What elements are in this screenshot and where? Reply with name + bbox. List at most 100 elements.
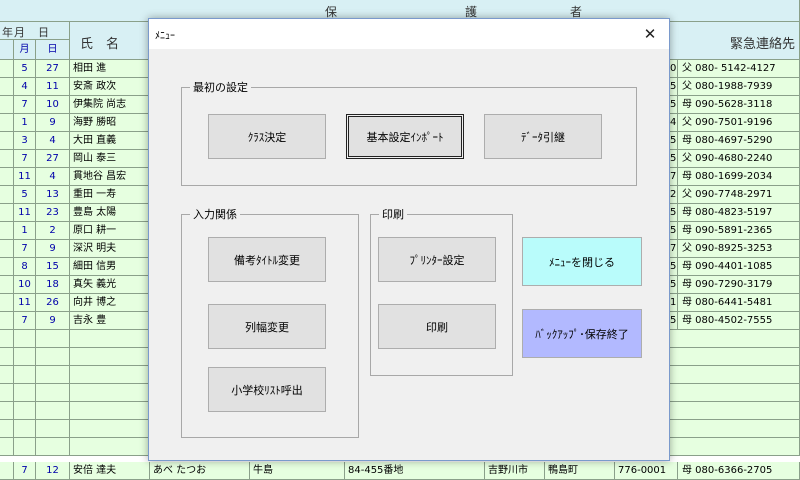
school-list-button[interactable]: 小学校ﾘｽﾄ呼出: [208, 367, 326, 412]
row-month[interactable]: 7: [14, 312, 36, 330]
empty-cell[interactable]: [14, 366, 36, 384]
row-day[interactable]: 27: [36, 60, 70, 78]
row-name[interactable]: 安斎 政次: [70, 78, 150, 96]
row-month[interactable]: 1: [14, 114, 36, 132]
empty-cell[interactable]: [670, 330, 800, 348]
empty-cell[interactable]: [36, 402, 70, 420]
bottom-day[interactable]: 12: [36, 462, 70, 480]
row-emergency[interactable]: 母 090-5628-3118: [678, 96, 800, 114]
row-extra[interactable]: 5: [670, 222, 678, 240]
empty-cell[interactable]: [36, 366, 70, 384]
empty-cell[interactable]: [0, 366, 14, 384]
row-month[interactable]: 7: [14, 96, 36, 114]
row-name[interactable]: 向井 博之: [70, 294, 150, 312]
row-year[interactable]: [0, 240, 14, 258]
row-day[interactable]: 27: [36, 150, 70, 168]
column-width-button[interactable]: 列幅変更: [208, 304, 326, 349]
row-emergency[interactable]: 父 090-7748-2971: [678, 186, 800, 204]
empty-cell[interactable]: [70, 384, 150, 402]
row-month[interactable]: 1: [14, 222, 36, 240]
row-name[interactable]: 海野 勝昭: [70, 114, 150, 132]
row-year[interactable]: [0, 78, 14, 96]
row-year[interactable]: [0, 168, 14, 186]
row-year[interactable]: [0, 132, 14, 150]
print-button[interactable]: 印刷: [378, 304, 496, 349]
row-name[interactable]: 豊島 太陽: [70, 204, 150, 222]
row-extra[interactable]: 5: [670, 150, 678, 168]
row-month[interactable]: 11: [14, 168, 36, 186]
empty-cell[interactable]: [670, 366, 800, 384]
col-header-d[interactable]: 日: [36, 40, 70, 60]
bottom-month[interactable]: 7: [14, 462, 36, 480]
row-year[interactable]: [0, 276, 14, 294]
row-day[interactable]: 11: [36, 78, 70, 96]
row-day[interactable]: 13: [36, 186, 70, 204]
row-month[interactable]: 4: [14, 78, 36, 96]
row-day[interactable]: 4: [36, 132, 70, 150]
empty-cell[interactable]: [36, 438, 70, 456]
row-month[interactable]: 3: [14, 132, 36, 150]
row-month[interactable]: 7: [14, 240, 36, 258]
bottom-city[interactable]: 吉野川市: [485, 462, 545, 480]
import-settings-button[interactable]: 基本設定ｲﾝﾎﾟｰﾄ: [346, 114, 464, 159]
row-emergency[interactable]: 母 080-1699-2034: [678, 168, 800, 186]
empty-cell[interactable]: [14, 348, 36, 366]
row-name[interactable]: 真矢 義光: [70, 276, 150, 294]
empty-cell[interactable]: [670, 402, 800, 420]
row-emergency[interactable]: 母 090-7290-3179: [678, 276, 800, 294]
close-menu-button[interactable]: ﾒﾆｭｰを閉じる: [522, 237, 642, 286]
empty-cell[interactable]: [14, 330, 36, 348]
data-transfer-button[interactable]: ﾃﾞｰﾀ引継: [484, 114, 602, 159]
empty-cell[interactable]: [70, 402, 150, 420]
row-year[interactable]: [0, 294, 14, 312]
row-extra[interactable]: 5: [670, 78, 678, 96]
row-emergency[interactable]: 父 080-1988-7939: [678, 78, 800, 96]
row-emergency[interactable]: 父 080- 5142-4127: [678, 60, 800, 78]
empty-cell[interactable]: [0, 348, 14, 366]
row-extra[interactable]: 7: [670, 240, 678, 258]
empty-cell[interactable]: [14, 402, 36, 420]
row-day[interactable]: 15: [36, 258, 70, 276]
empty-cell[interactable]: [36, 384, 70, 402]
row-day[interactable]: 9: [36, 240, 70, 258]
empty-cell[interactable]: [36, 348, 70, 366]
row-name[interactable]: 細田 信男: [70, 258, 150, 276]
backup-save-exit-button[interactable]: ﾊﾞｯｸｱｯﾌﾟ･保存終了: [522, 309, 642, 358]
row-month[interactable]: 8: [14, 258, 36, 276]
row-day[interactable]: 4: [36, 168, 70, 186]
empty-cell[interactable]: [0, 438, 14, 456]
row-year[interactable]: [0, 258, 14, 276]
row-extra[interactable]: 5: [670, 258, 678, 276]
row-year[interactable]: [0, 114, 14, 132]
col-header-y[interactable]: [0, 40, 14, 60]
row-month[interactable]: 5: [14, 60, 36, 78]
row-emergency[interactable]: 母 080-6441-5481: [678, 294, 800, 312]
row-name[interactable]: 原口 耕一: [70, 222, 150, 240]
row-month[interactable]: 10: [14, 276, 36, 294]
row-year[interactable]: [0, 204, 14, 222]
row-year[interactable]: [0, 96, 14, 114]
close-icon[interactable]: ✕: [639, 23, 661, 45]
row-year[interactable]: [0, 312, 14, 330]
bottom-year[interactable]: [0, 462, 14, 480]
row-year[interactable]: [0, 222, 14, 240]
row-month[interactable]: 5: [14, 186, 36, 204]
row-year[interactable]: [0, 186, 14, 204]
row-emergency[interactable]: 父 090-4680-2240: [678, 150, 800, 168]
row-extra[interactable]: 5: [670, 96, 678, 114]
row-name[interactable]: 重田 一寿: [70, 186, 150, 204]
row-extra[interactable]: 5: [670, 312, 678, 330]
row-day[interactable]: 9: [36, 312, 70, 330]
row-name[interactable]: 深沢 明夫: [70, 240, 150, 258]
bottom-address[interactable]: 84-455番地: [345, 462, 485, 480]
row-extra[interactable]: 5: [670, 132, 678, 150]
row-emergency[interactable]: 父 090-7501-9196: [678, 114, 800, 132]
empty-cell[interactable]: [0, 384, 14, 402]
bottom-c1[interactable]: 牛島: [250, 462, 345, 480]
bottom-name[interactable]: 安倍 達夫: [70, 462, 150, 480]
row-emergency[interactable]: 母 080-4502-7555: [678, 312, 800, 330]
empty-cell[interactable]: [0, 330, 14, 348]
row-extra[interactable]: 0: [670, 60, 678, 78]
row-day[interactable]: 26: [36, 294, 70, 312]
row-name[interactable]: 吉永 豊: [70, 312, 150, 330]
